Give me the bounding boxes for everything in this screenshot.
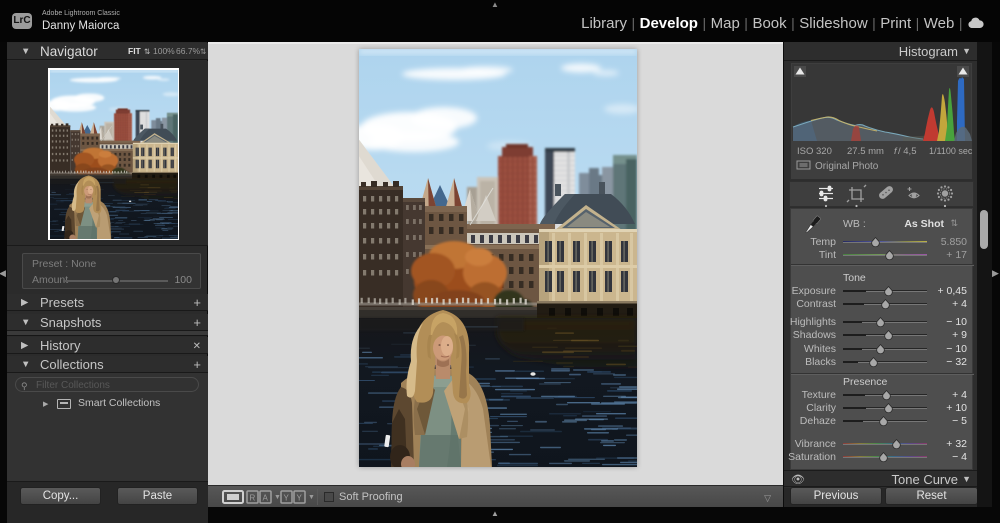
svg-text:Original Photo: Original Photo xyxy=(815,161,879,172)
svg-text:Y: Y xyxy=(297,494,303,503)
svg-text:Y: Y xyxy=(284,494,290,503)
svg-text:/ 4,5: / 4,5 xyxy=(898,146,917,157)
svg-text:1/1100 sec: 1/1100 sec xyxy=(929,146,972,156)
svg-text:ISO 320: ISO 320 xyxy=(797,146,832,157)
svg-text:R: R xyxy=(250,494,256,503)
svg-text:27.5 mm: 27.5 mm xyxy=(847,146,884,157)
svg-text:A: A xyxy=(263,494,269,503)
